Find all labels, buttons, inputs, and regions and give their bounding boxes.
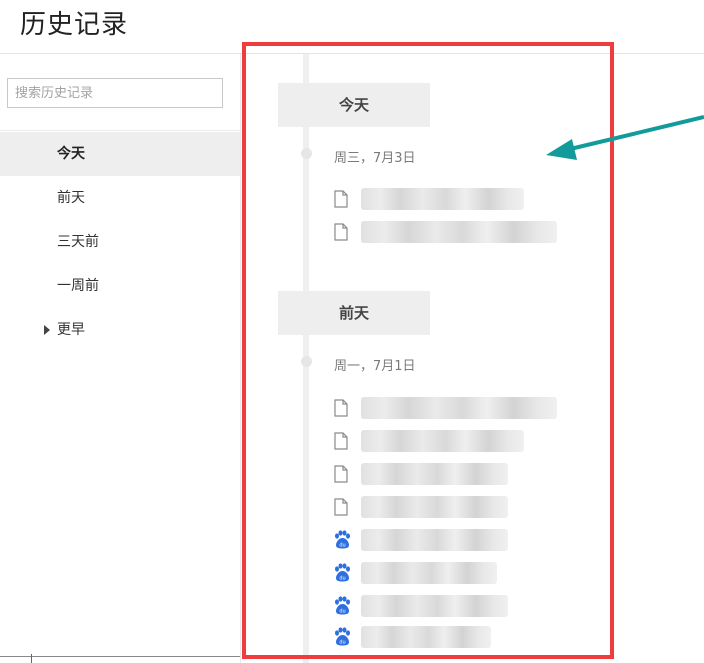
svg-text:du: du bbox=[339, 640, 345, 646]
sidebar-item-label: 三天前 bbox=[57, 234, 99, 250]
day-header-today: 今天 bbox=[278, 83, 430, 127]
search-input[interactable] bbox=[7, 78, 223, 108]
history-entry[interactable] bbox=[333, 428, 573, 454]
page-icon bbox=[334, 432, 348, 450]
history-entry[interactable] bbox=[333, 395, 573, 421]
history-entry[interactable]: du bbox=[333, 593, 573, 619]
sidebar-item-label: 前天 bbox=[57, 190, 85, 206]
sidebar: 今天 前天 三天前 一周前 更早 bbox=[0, 54, 240, 663]
history-entry[interactable]: du bbox=[333, 527, 573, 553]
baidu-paw-icon: du bbox=[335, 563, 350, 582]
sidebar-bottom-divider bbox=[0, 656, 240, 657]
page-icon bbox=[334, 223, 348, 241]
expand-caret-icon[interactable] bbox=[44, 325, 50, 335]
sidebar-item-three-days-ago[interactable]: 三天前 bbox=[0, 220, 240, 264]
sidebar-divider bbox=[0, 130, 240, 131]
page-title: 历史记录 bbox=[20, 10, 129, 40]
entry-title-redacted bbox=[361, 463, 508, 485]
entry-title-redacted bbox=[361, 188, 524, 210]
page-icon bbox=[334, 399, 348, 417]
baidu-paw-icon: du bbox=[335, 596, 350, 615]
svg-text:du: du bbox=[339, 543, 345, 549]
sidebar-item-label: 一周前 bbox=[57, 278, 99, 294]
baidu-paw-icon: du bbox=[335, 530, 350, 549]
sidebar-item-one-week-ago[interactable]: 一周前 bbox=[0, 264, 240, 308]
sidebar-item-day-before-yesterday[interactable]: 前天 bbox=[0, 176, 240, 220]
history-page: 历史记录 今天 前天 三天前 一周前 更早 今天 周三，7月3日 bbox=[0, 0, 704, 663]
entry-title-redacted bbox=[361, 626, 491, 648]
entry-title-redacted bbox=[361, 562, 497, 584]
history-entry[interactable] bbox=[333, 186, 573, 212]
timeline-dot bbox=[301, 356, 312, 367]
history-entry[interactable] bbox=[333, 461, 573, 487]
history-entry[interactable] bbox=[333, 219, 573, 245]
day-header-day-before-yesterday: 前天 bbox=[278, 291, 430, 335]
sidebar-item-earlier[interactable]: 更早 bbox=[0, 308, 240, 352]
page-icon bbox=[334, 498, 348, 516]
sidebar-item-today[interactable]: 今天 bbox=[0, 132, 240, 176]
page-icon bbox=[334, 465, 348, 483]
history-entry[interactable]: du bbox=[333, 560, 573, 586]
page-icon bbox=[334, 190, 348, 208]
sidebar-item-label: 更早 bbox=[57, 322, 85, 338]
entry-title-redacted bbox=[361, 496, 508, 518]
entry-title-redacted bbox=[361, 529, 508, 551]
date-label: 周三，7月3日 bbox=[334, 151, 416, 166]
history-entry[interactable]: du bbox=[333, 624, 573, 650]
entry-title-redacted bbox=[361, 397, 557, 419]
sidebar-bottom-tick bbox=[31, 654, 32, 663]
baidu-paw-icon: du bbox=[335, 627, 350, 646]
date-label: 周一，7月1日 bbox=[334, 359, 416, 374]
svg-text:du: du bbox=[339, 576, 345, 582]
entry-title-redacted bbox=[361, 595, 508, 617]
timeline-dot bbox=[301, 148, 312, 159]
sidebar-item-label: 今天 bbox=[57, 146, 85, 162]
svg-text:du: du bbox=[339, 609, 345, 615]
entry-title-redacted bbox=[361, 221, 557, 243]
content-divider bbox=[240, 54, 241, 663]
history-entry[interactable] bbox=[333, 494, 573, 520]
entry-title-redacted bbox=[361, 430, 524, 452]
